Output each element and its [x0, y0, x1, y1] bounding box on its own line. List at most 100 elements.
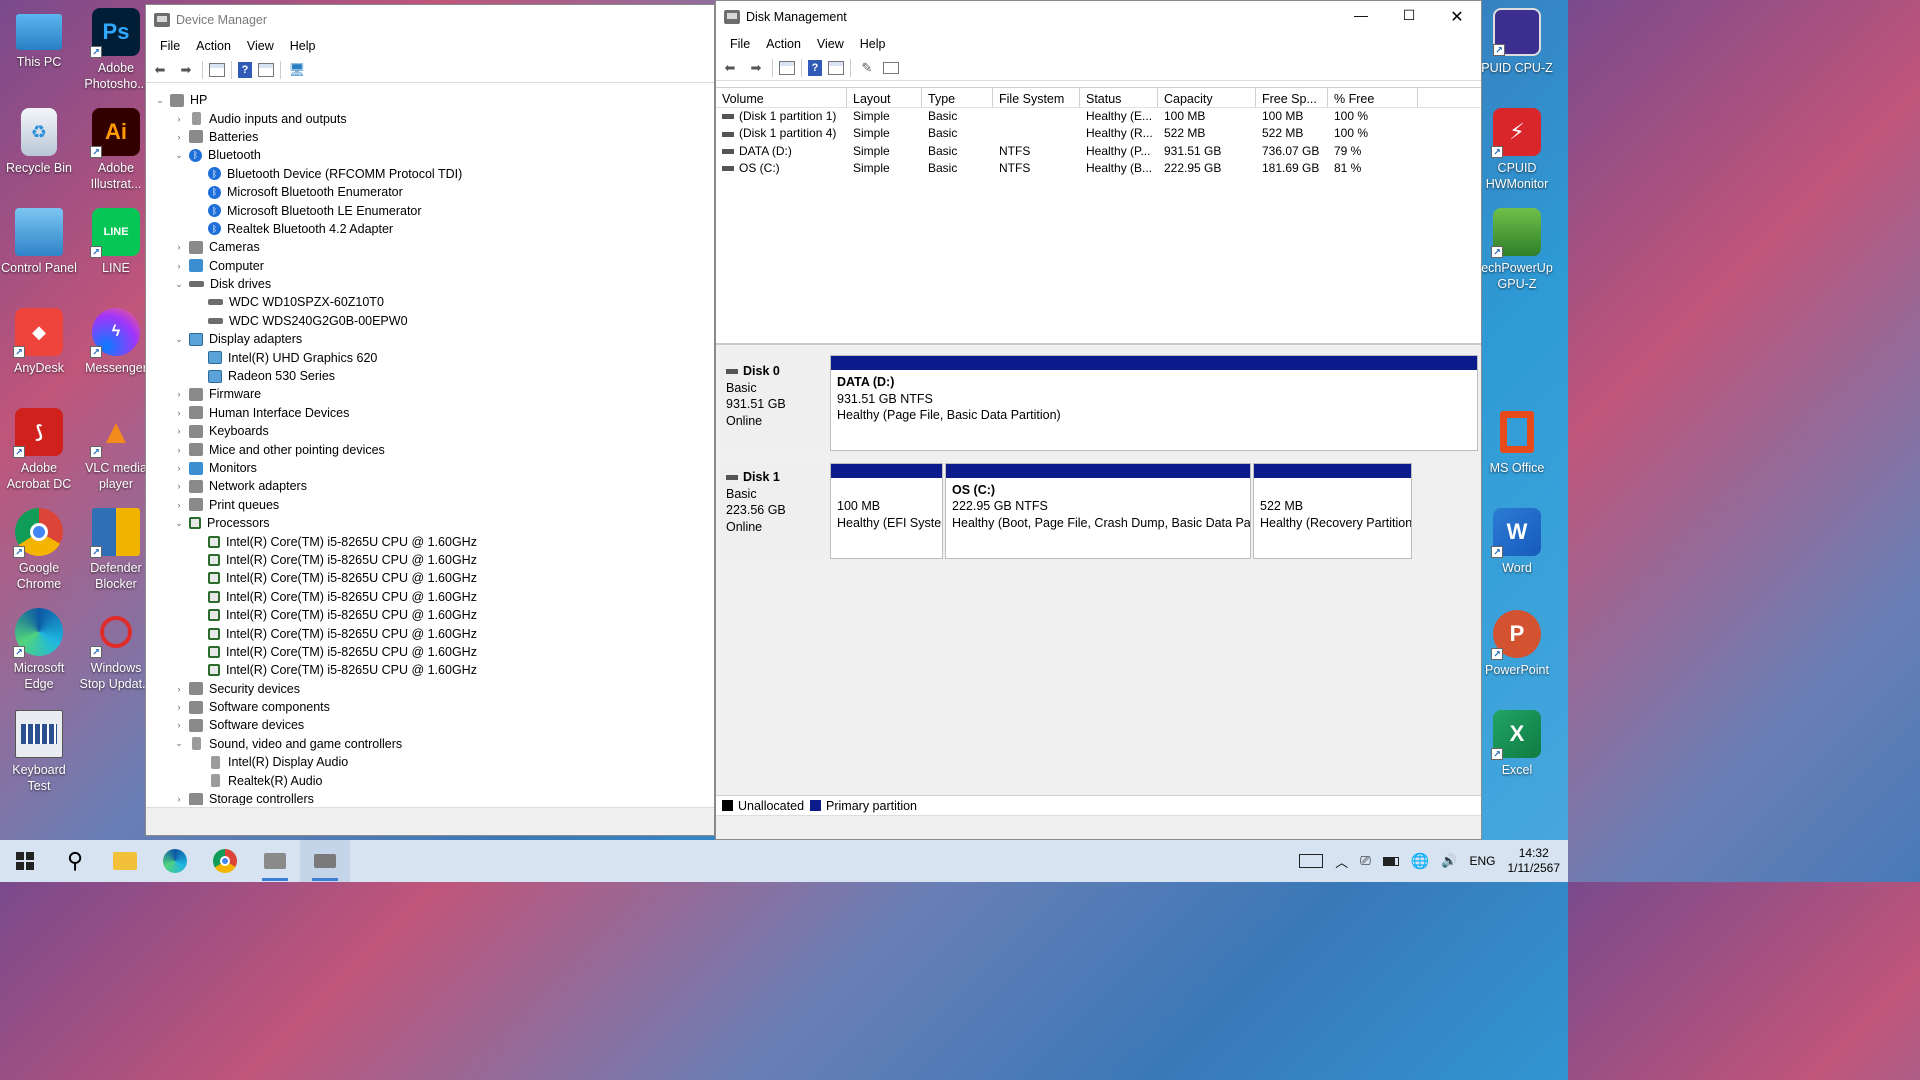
tree-category-node[interactable]: › Print queues: [146, 496, 714, 514]
tree-category-node[interactable]: ⌄ Sound, video and game controllers: [146, 735, 714, 753]
clock[interactable]: 14:32 1/11/2567: [1508, 846, 1561, 876]
chevron-right-icon[interactable]: ›: [173, 242, 185, 252]
chevron-down-icon[interactable]: ⌄: [154, 95, 166, 106]
menu-file[interactable]: File: [722, 37, 758, 51]
volume-icon[interactable]: 🔊: [1441, 853, 1457, 869]
tree-category-node[interactable]: › Firmware: [146, 385, 714, 403]
properties-icon[interactable]: [828, 60, 844, 75]
tree-category-node[interactable]: › Batteries: [146, 128, 714, 146]
tree-category-node[interactable]: › Computer: [146, 257, 714, 275]
properties-icon[interactable]: [258, 62, 274, 77]
tree-category-node[interactable]: › Software components: [146, 698, 714, 716]
help-icon[interactable]: ?: [808, 59, 822, 76]
edge-taskbar-button[interactable]: [150, 840, 200, 882]
desktop-icon-line[interactable]: LINE ↗ LINE: [77, 208, 155, 276]
tree-category-node[interactable]: ⌄ Disk drives: [146, 275, 714, 293]
desktop-icon-photoshop[interactable]: Ps ↗ Adobe Photosho...: [77, 8, 155, 92]
desktop-icon-messenger[interactable]: ϟ ↗ Messenger: [77, 308, 155, 376]
tree-device-node[interactable]: Intel(R) Display Audio: [146, 753, 714, 771]
tree-category-node[interactable]: › Human Interface Devices: [146, 404, 714, 422]
menu-help[interactable]: Help: [852, 37, 894, 51]
chevron-right-icon[interactable]: ›: [173, 720, 185, 730]
desktop-icon-control-panel[interactable]: Control Panel: [0, 208, 78, 276]
tree-device-node[interactable]: Intel(R) Core(TM) i5-8265U CPU @ 1.60GHz: [146, 606, 714, 624]
volume-list[interactable]: Volume Layout Type File System Status Ca…: [716, 87, 1481, 339]
chevron-right-icon[interactable]: ›: [173, 389, 185, 399]
desktop-icon-gpuz[interactable]: ↗ echPowerUp GPU-Z: [1474, 208, 1560, 292]
chevron-right-icon[interactable]: ›: [173, 408, 185, 418]
tree-device-node[interactable]: Realtek(R) Audio: [146, 771, 714, 789]
chevron-right-icon[interactable]: ›: [173, 426, 185, 436]
tree-device-node[interactable]: WDC WD10SPZX-60Z10T0: [146, 293, 714, 311]
disk-management-titlebar[interactable]: Disk Management — ☐ ✕: [716, 1, 1481, 33]
tree-category-node[interactable]: ⌄ Display adapters: [146, 330, 714, 348]
tree-device-node[interactable]: ᛒ Microsoft Bluetooth LE Enumerator: [146, 201, 714, 219]
column-header-file-system[interactable]: File System: [993, 88, 1080, 107]
desktop-icon-hwmonitor[interactable]: ⚡ ↗ CPUID HWMonitor: [1474, 108, 1560, 192]
chevron-right-icon[interactable]: ›: [173, 794, 185, 804]
tree-device-node[interactable]: Intel(R) Core(TM) i5-8265U CPU @ 1.60GHz: [146, 532, 714, 550]
back-arrow-icon[interactable]: ⬅: [720, 59, 740, 77]
chevron-down-icon[interactable]: ⌄: [173, 518, 185, 529]
partition-efi[interactable]: 100 MB Healthy (EFI System Partition): [830, 463, 943, 559]
tree-device-node[interactable]: ᛒ Microsoft Bluetooth Enumerator: [146, 183, 714, 201]
show-hide-console-tree-icon[interactable]: [779, 60, 795, 75]
tree-category-node[interactable]: › Monitors: [146, 459, 714, 477]
maximize-icon[interactable]: ☐: [1385, 7, 1433, 27]
desktop-icon-ms-office[interactable]: MS Office: [1474, 408, 1560, 476]
device-manager-taskbar-button[interactable]: [250, 840, 300, 882]
tree-category-node[interactable]: › Network adapters: [146, 477, 714, 495]
column-header-type[interactable]: Type: [922, 88, 993, 107]
volume-row[interactable]: OS (C:) Simple Basic NTFS Healthy (B... 222.9…: [716, 160, 1481, 177]
start-button[interactable]: [0, 840, 50, 882]
column-header-layout[interactable]: Layout: [847, 88, 922, 107]
column-header-status[interactable]: Status: [1080, 88, 1158, 107]
disk-management-taskbar-button[interactable]: [300, 840, 350, 882]
desktop-icon-recycle-bin[interactable]: ♻ Recycle Bin: [0, 108, 78, 176]
chevron-right-icon[interactable]: ›: [173, 702, 185, 712]
tree-category-node[interactable]: › Security devices: [146, 680, 714, 698]
tree-category-node[interactable]: ⌄ ᛒ Bluetooth: [146, 146, 714, 164]
desktop-icon-chrome[interactable]: ↗ Google Chrome: [0, 508, 78, 592]
desktop-icon-illustrator[interactable]: Ai ↗ Adobe Illustrat...: [77, 108, 155, 192]
desktop-icon-word[interactable]: W ↗ Word: [1474, 508, 1560, 576]
column-header-percent-free[interactable]: % Free: [1328, 88, 1418, 107]
menu-action[interactable]: Action: [188, 39, 239, 53]
chevron-right-icon[interactable]: ›: [173, 481, 185, 491]
chevron-down-icon[interactable]: ⌄: [173, 279, 185, 290]
menu-file[interactable]: File: [152, 39, 188, 53]
tree-category-node[interactable]: › Audio inputs and outputs: [146, 109, 714, 127]
connect-icon[interactable]: ✎: [857, 59, 877, 77]
partition-os-c[interactable]: OS (C:) 222.95 GB NTFS Healthy (Boot, Pa…: [945, 463, 1251, 559]
desktop-icon-powerpoint[interactable]: P ↗ PowerPoint: [1474, 610, 1560, 678]
tree-root-node[interactable]: ⌄ HP: [146, 91, 714, 109]
chevron-down-icon[interactable]: ⌄: [173, 334, 185, 345]
chevron-right-icon[interactable]: ›: [173, 261, 185, 271]
tree-category-node[interactable]: › Mice and other pointing devices: [146, 440, 714, 458]
volume-row[interactable]: (Disk 1 partition 4) Simple Basic Healthy (…: [716, 125, 1481, 142]
back-arrow-icon[interactable]: ⬅: [150, 61, 170, 79]
chevron-right-icon[interactable]: ›: [173, 445, 185, 455]
tree-device-node[interactable]: WDC WDS240G2G0B-00EPW0: [146, 312, 714, 330]
tree-category-node[interactable]: ⌄ Processors: [146, 514, 714, 532]
volume-row[interactable]: DATA (D:) Simple Basic NTFS Healthy (P... 931…: [716, 143, 1481, 160]
partition-data-d[interactable]: DATA (D:) 931.51 GB NTFS Healthy (Page F…: [830, 355, 1478, 451]
desktop-icon-defender-blocker[interactable]: ↗ Defender Blocker: [77, 508, 155, 592]
disk-0-label[interactable]: Disk 0 Basic 931.51 GB Online: [720, 353, 826, 451]
tree-category-node[interactable]: › Cameras: [146, 238, 714, 256]
forward-arrow-icon[interactable]: ➡: [176, 61, 196, 79]
input-language[interactable]: ENG: [1469, 854, 1495, 868]
menu-action[interactable]: Action: [758, 37, 809, 51]
file-explorer-button[interactable]: [100, 840, 150, 882]
desktop-icon-vlc[interactable]: ▲ ↗ VLC media player: [77, 408, 155, 492]
desktop-icon-acrobat[interactable]: ⟆ ↗ Adobe Acrobat DC: [0, 408, 78, 492]
tree-device-node[interactable]: ᛒ Bluetooth Device (RFCOMM Protocol TDI): [146, 165, 714, 183]
volume-row[interactable]: (Disk 1 partition 1) Simple Basic Healthy (…: [716, 108, 1481, 125]
tree-category-node[interactable]: › Keyboards: [146, 422, 714, 440]
chevron-right-icon[interactable]: ›: [173, 132, 185, 142]
scan-hardware-monitor-icon[interactable]: 🖥: [287, 61, 307, 79]
tree-device-node[interactable]: Intel(R) UHD Graphics 620: [146, 348, 714, 366]
chevron-right-icon[interactable]: ›: [173, 114, 185, 124]
tree-device-node[interactable]: Intel(R) Core(TM) i5-8265U CPU @ 1.60GHz: [146, 661, 714, 679]
help-icon[interactable]: ?: [238, 61, 252, 78]
